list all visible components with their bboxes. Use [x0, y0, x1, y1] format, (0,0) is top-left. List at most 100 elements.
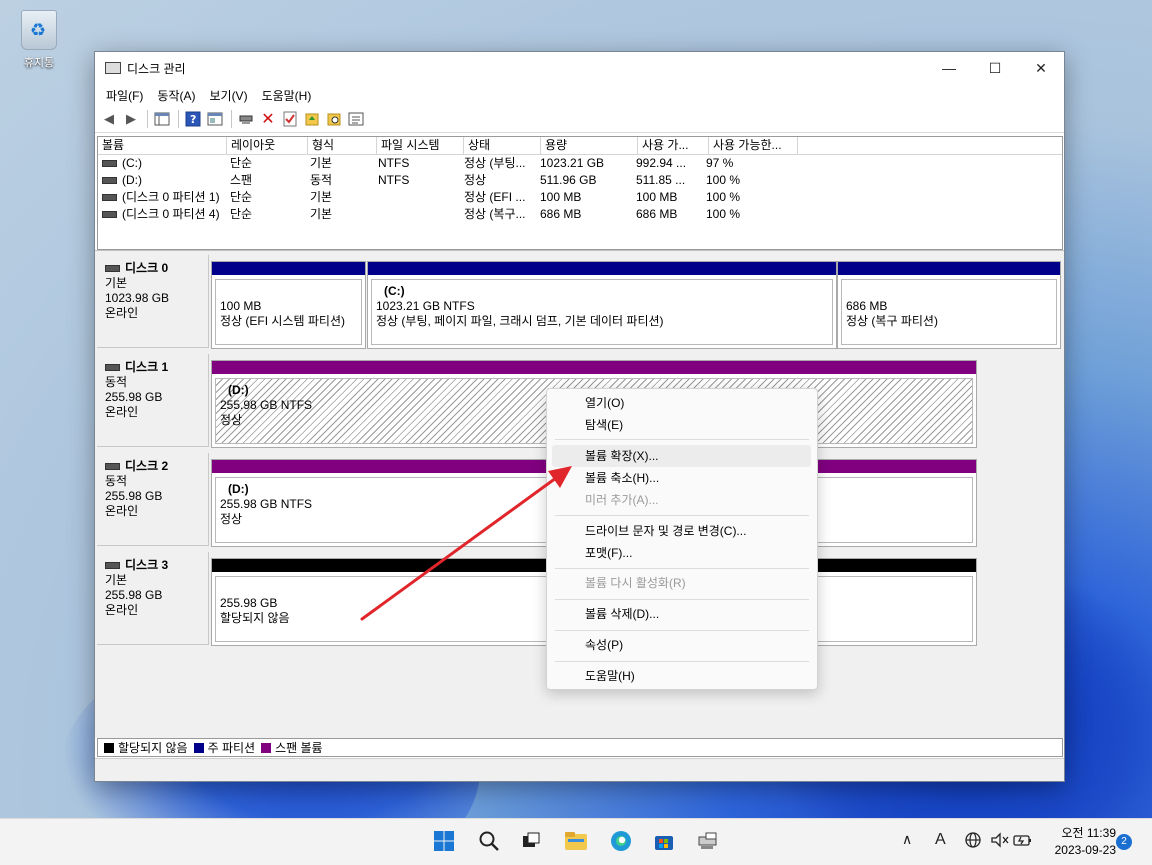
start-windows-icon[interactable] — [431, 828, 457, 854]
delete-icon[interactable]: ✕ — [258, 109, 278, 129]
forward-arrow-icon[interactable]: ▶ — [121, 109, 141, 129]
volume-percent-free: 97 % — [706, 156, 734, 170]
taskbar: ∧ A 오전 11:39 2023-09-23 2 — [0, 818, 1152, 865]
context-menu-open[interactable]: 열기(O) — [552, 392, 811, 414]
svg-text:?: ? — [190, 113, 196, 126]
disk-icon — [105, 562, 120, 570]
volume-percent-free: 100 % — [706, 190, 741, 204]
task-view-icon[interactable] — [518, 828, 544, 854]
settings-list-icon[interactable] — [346, 109, 366, 129]
column-header-filesystem[interactable]: 파일 시스템 — [377, 137, 464, 154]
maximize-button[interactable]: ☐ — [972, 52, 1018, 84]
menu-action[interactable]: 동작(A) — [150, 87, 202, 104]
globe-icon[interactable] — [964, 831, 982, 852]
store-icon[interactable] — [651, 828, 677, 854]
minimize-button[interactable]: — — [926, 52, 972, 84]
clock-time: 오전 11:39 — [1061, 826, 1116, 840]
context-menu-add-mirror[interactable]: 미러 추가(A)... — [552, 489, 811, 511]
drive-icon — [102, 194, 117, 202]
check-properties-icon[interactable] — [280, 109, 300, 129]
partition-size: 100 MB — [220, 299, 262, 313]
volume-status: 정상 (부팅... — [464, 156, 526, 170]
volume-free-space: 100 MB — [636, 190, 678, 204]
table-row[interactable]: (디스크 0 파티션 1) 단순 기본 정상 (EFI ... 100 MB 1… — [98, 189, 1062, 206]
volume-layout: 단순 — [230, 156, 253, 170]
volume-capacity: 100 MB — [540, 190, 582, 204]
column-header-type[interactable]: 형식 — [308, 137, 377, 154]
context-menu-help[interactable]: 도움말(H) — [552, 665, 811, 687]
connect-icon[interactable] — [236, 109, 256, 129]
column-header-free-space[interactable]: 사용 가... — [638, 137, 709, 154]
table-row[interactable]: (디스크 0 파티션 4) 단순 기본 정상 (복구... 686 MB 686… — [98, 206, 1062, 223]
context-menu-change-drive-letter[interactable]: 드라이브 문자 및 경로 변경(C)... — [552, 520, 811, 542]
speaker-muted-icon[interactable] — [990, 831, 1010, 852]
disk-size: 255.98 GB — [105, 588, 163, 602]
edge-browser-icon[interactable] — [608, 828, 634, 854]
disk-icon — [105, 364, 120, 372]
context-menu-delete-volume[interactable]: 볼륨 삭제(D)... — [552, 603, 811, 625]
context-menu-shrink-volume[interactable]: 볼륨 축소(H)... — [552, 467, 811, 489]
disk-icon — [105, 265, 120, 273]
partition-status: 정상 (복구 파티션) — [846, 314, 938, 328]
context-menu-extend-volume[interactable]: 볼륨 확장(X)... — [552, 445, 811, 467]
file-explorer-icon[interactable] — [563, 828, 589, 854]
partition-block[interactable]: 100 MB 정상 (EFI 시스템 파티션) — [211, 261, 366, 349]
column-header-percent-free[interactable]: 사용 가능한... — [709, 137, 798, 154]
close-button[interactable]: ✕ — [1018, 52, 1064, 84]
help-icon[interactable]: ? — [183, 109, 203, 129]
volume-list: 볼륨 레이아웃 형식 파일 시스템 상태 용량 사용 가... 사용 가능한..… — [97, 136, 1063, 250]
context-menu-reactivate-volume[interactable]: 볼륨 다시 활성화(R) — [552, 572, 811, 594]
battery-charging-icon[interactable] — [1012, 831, 1034, 852]
clock[interactable]: 오전 11:39 2023-09-23 — [1055, 825, 1116, 859]
menu-file[interactable]: 파일(F) — [99, 87, 150, 104]
disk-status: 온라인 — [105, 306, 139, 320]
disk-label[interactable]: 디스크 3 기본 255.98 GB 온라인 — [97, 552, 209, 645]
partition-status: 정상 (EFI 시스템 파티션) — [220, 314, 345, 328]
search-icon[interactable] — [476, 828, 502, 854]
partition-size: 1023.21 GB NTFS — [376, 299, 475, 313]
folder-up-icon[interactable] — [302, 109, 322, 129]
column-header-status[interactable]: 상태 — [464, 137, 541, 154]
disk-label[interactable]: 디스크 2 동적 255.98 GB 온라인 — [97, 453, 209, 546]
partition-block[interactable]: (C:) 1023.21 GB NTFS 정상 (부팅, 페이지 파일, 크래시… — [367, 261, 837, 349]
disk-type: 동적 — [105, 474, 128, 488]
table-row[interactable]: (C:) 단순 기본 NTFS 정상 (부팅... 1023.21 GB 992… — [98, 155, 1062, 172]
volume-type: 기본 — [310, 207, 333, 221]
column-header-capacity[interactable]: 용량 — [541, 137, 638, 154]
chevron-up-icon[interactable]: ∧ — [902, 831, 912, 848]
toolbar: ◀ ▶ ? ✕ — [95, 106, 1064, 133]
column-header-volume[interactable]: 볼륨 — [98, 137, 227, 154]
drive-icon — [102, 160, 117, 168]
recycle-bin-icon: ♻ — [21, 10, 57, 50]
recycle-bin-shortcut[interactable]: ♻ 휴지통 — [14, 10, 64, 70]
menu-view[interactable]: 보기(V) — [202, 87, 254, 104]
volume-free-space: 992.94 ... — [636, 156, 687, 170]
context-menu-format[interactable]: 포맷(F)... — [552, 542, 811, 564]
menu-help[interactable]: 도움말(H) — [255, 87, 319, 104]
volume-name: (D:) — [122, 173, 142, 187]
notification-badge[interactable]: 2 — [1116, 834, 1132, 850]
search-folder-icon[interactable] — [324, 109, 344, 129]
back-arrow-icon[interactable]: ◀ — [99, 109, 119, 129]
context-menu-explore[interactable]: 탐색(E) — [552, 414, 811, 436]
properties-view-icon[interactable] — [205, 109, 225, 129]
disk-size: 255.98 GB — [105, 390, 163, 404]
disk-type: 기본 — [105, 573, 128, 587]
console-tree-icon[interactable] — [152, 109, 172, 129]
volume-filesystem — [374, 206, 460, 223]
partition-block[interactable]: 686 MB 정상 (복구 파티션) — [837, 261, 1061, 349]
volume-layout: 단순 — [230, 190, 253, 204]
window-title: 디스크 관리 — [127, 61, 186, 76]
volume-filesystem — [374, 189, 460, 206]
disk-label[interactable]: 디스크 1 동적 255.98 GB 온라인 — [97, 354, 209, 447]
ime-indicator[interactable]: A — [935, 831, 946, 849]
title-bar[interactable]: 디스크 관리 — ☐ ✕ — [95, 52, 1064, 84]
table-row[interactable]: (D:) 스팬 동적 NTFS 정상 511.96 GB 511.85 ... … — [98, 172, 1062, 189]
partition-size: 686 MB — [846, 299, 888, 313]
context-menu-properties[interactable]: 속성(P) — [552, 634, 811, 656]
disk-management-taskbar-icon[interactable] — [695, 828, 721, 854]
volume-name: (디스크 0 파티션 4) — [122, 207, 220, 221]
column-header-layout[interactable]: 레이아웃 — [227, 137, 308, 154]
volume-status: 정상 (EFI ... — [464, 190, 526, 204]
disk-label[interactable]: 디스크 0 기본 1023.98 GB 온라인 — [97, 255, 209, 348]
